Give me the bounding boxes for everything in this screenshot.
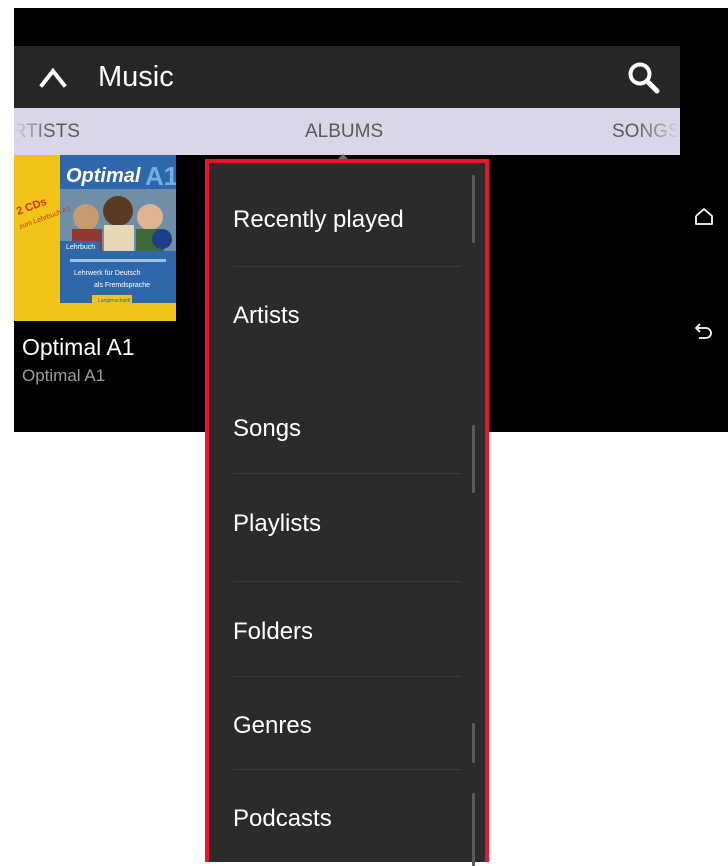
menu-item-genres[interactable]: Genres	[233, 711, 461, 741]
tab-fade-right	[636, 108, 680, 155]
cover-brand-text: Optimal	[66, 165, 141, 187]
menu-item-artists[interactable]: Artists	[233, 301, 461, 331]
scrollbar-thumb[interactable]	[472, 723, 475, 763]
menu-item-recently-played[interactable]: Recently played	[233, 205, 461, 235]
cover-line2: als Fremdsprache	[94, 282, 150, 289]
cover-level-text: A1	[145, 161, 176, 191]
tab-fade-left	[14, 108, 50, 155]
scrollbar-thumb[interactable]	[472, 793, 475, 866]
system-nav-bar	[680, 46, 728, 432]
album-card[interactable]: Optimal A1 Lehrbuch Lehrwerk für Deutsch…	[14, 155, 176, 400]
scrollbar-thumb[interactable]	[472, 175, 475, 243]
scrollbar-thumb[interactable]	[472, 425, 475, 493]
library-menu: Recently played Artists Songs Playlists …	[205, 159, 489, 866]
menu-divider	[233, 473, 461, 474]
back-icon[interactable]	[694, 320, 714, 340]
cover-ribbon-text: Lehrbuch	[66, 244, 95, 251]
page-title: Music	[98, 61, 174, 93]
tab-bar: ARTISTS ALBUMS SONGS	[14, 108, 680, 155]
album-cover: Optimal A1 Lehrbuch Lehrwerk für Deutsch…	[14, 155, 176, 321]
home-icon[interactable]	[694, 206, 714, 226]
menu-divider	[233, 676, 461, 677]
menu-item-podcasts[interactable]: Podcasts	[233, 804, 461, 834]
menu-divider	[233, 581, 461, 582]
search-icon[interactable]	[626, 60, 660, 94]
album-artist: Optimal A1	[22, 366, 106, 385]
tab-albums[interactable]: ALBUMS	[305, 120, 383, 144]
album-title: Optimal A1	[22, 334, 135, 360]
menu-item-folders[interactable]: Folders	[233, 617, 461, 647]
app-bar: Music	[14, 46, 680, 108]
menu-divider	[233, 266, 461, 267]
menu-item-songs[interactable]: Songs	[233, 414, 461, 444]
menu-item-playlists[interactable]: Playlists	[233, 509, 461, 539]
chevron-up-icon[interactable]	[38, 63, 68, 91]
menu-divider	[233, 769, 461, 770]
cover-publisher: Langenscheidt	[98, 298, 131, 304]
cover-line1: Lehrwerk für Deutsch	[74, 270, 141, 277]
